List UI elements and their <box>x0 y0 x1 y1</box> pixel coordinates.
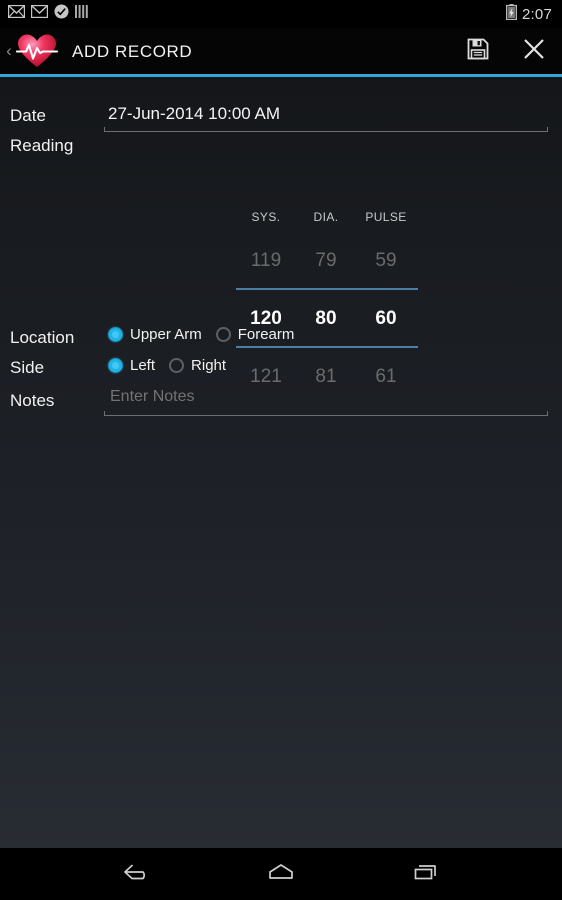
close-button[interactable] <box>506 28 562 74</box>
radio-option-right[interactable]: Right <box>169 358 226 373</box>
battery-charging-icon <box>505 3 518 25</box>
picker-pulse-previous[interactable]: 59 <box>356 251 416 270</box>
page-title: ADD RECORD <box>72 41 193 61</box>
status-bar-clock: 2:07 <box>522 5 552 23</box>
nav-back-icon <box>119 860 153 889</box>
location-radio-group: Upper Arm Forearm <box>108 327 308 342</box>
heart-pulse-logo-icon[interactable] <box>15 32 59 70</box>
radio-dot-unselected-icon <box>169 358 185 373</box>
status-bar-system-icons: 2:07 <box>505 3 554 25</box>
notes-label: Notes <box>10 391 55 410</box>
nav-home-icon <box>264 860 298 889</box>
radio-option-forearm[interactable]: Forearm <box>215 326 295 343</box>
action-bar-actions <box>450 28 562 74</box>
radio-option-left[interactable]: Left <box>108 358 155 373</box>
picker-dia-value[interactable]: 80 <box>296 309 356 328</box>
form-content: Date 27-Jun-2014 10:00 AM Reading SYS. D… <box>0 77 562 848</box>
radio-option-upper-arm[interactable]: Upper Arm <box>108 327 202 342</box>
column-header-sys: SYS. <box>251 210 281 224</box>
reading-number-pickers[interactable]: 119 79 59 120 80 60 121 81 61 <box>236 232 418 392</box>
picker-sys-value[interactable]: 120 <box>236 309 296 328</box>
back-chevron-icon[interactable]: ‹ <box>2 42 16 59</box>
app-screen: 2:07 ‹ ADD RECORD Date 27-Jun-2014 10:00… <box>0 0 562 900</box>
check-circle-icon <box>54 4 69 24</box>
action-bar: ‹ ADD RECORD <box>0 28 562 74</box>
gmail-icon <box>7 4 26 23</box>
nav-home-button[interactable] <box>245 848 317 900</box>
email-icon <box>30 4 49 23</box>
notes-placeholder: Enter Notes <box>110 388 195 405</box>
radio-dot-selected-icon <box>108 358 123 373</box>
picker-pulse-value[interactable]: 60 <box>356 309 416 328</box>
status-bar: 2:07 <box>0 0 562 28</box>
side-label: Side <box>10 358 45 377</box>
date-value: 27-Jun-2014 10:00 AM <box>108 104 281 123</box>
radio-label-left: Left <box>130 357 156 374</box>
notes-field[interactable]: Enter Notes <box>104 389 548 416</box>
radio-label-right: Right <box>191 357 227 374</box>
notes-underline <box>104 411 548 416</box>
picker-dia-previous[interactable]: 79 <box>296 251 356 270</box>
nav-back-button[interactable] <box>100 848 172 900</box>
picker-row-previous[interactable]: 119 79 59 <box>236 232 418 288</box>
date-field[interactable]: 27-Jun-2014 10:00 AM <box>104 105 548 132</box>
nav-recents-button[interactable] <box>390 848 462 900</box>
location-label: Location <box>10 328 75 347</box>
column-header-dia: DIA. <box>313 210 339 224</box>
close-x-icon <box>522 37 546 66</box>
system-navigation-bar <box>0 848 562 900</box>
picker-pulse-next[interactable]: 61 <box>356 367 416 386</box>
radio-label-forearm: Forearm <box>237 326 295 343</box>
column-header-pulse: PULSE <box>365 210 407 224</box>
radio-dot-unselected-icon <box>215 327 231 342</box>
radio-dot-selected-icon <box>108 327 123 342</box>
nav-recents-icon <box>411 860 441 889</box>
date-underline <box>104 127 548 132</box>
radio-label-upper-arm: Upper Arm <box>130 326 202 343</box>
status-bar-notification-icons <box>7 4 88 24</box>
date-label: Date <box>10 106 46 125</box>
side-radio-group: Left Right <box>108 358 240 373</box>
picker-sys-previous[interactable]: 119 <box>236 251 296 270</box>
reading-label: Reading <box>10 136 74 155</box>
picker-sys-next[interactable]: 121 <box>236 367 296 386</box>
reading-column-headers: SYS. DIA. PULSE <box>236 211 416 223</box>
bars-icon <box>75 5 88 23</box>
picker-dia-next[interactable]: 81 <box>296 367 356 386</box>
save-floppy-icon <box>467 38 489 65</box>
save-button[interactable] <box>450 28 506 74</box>
